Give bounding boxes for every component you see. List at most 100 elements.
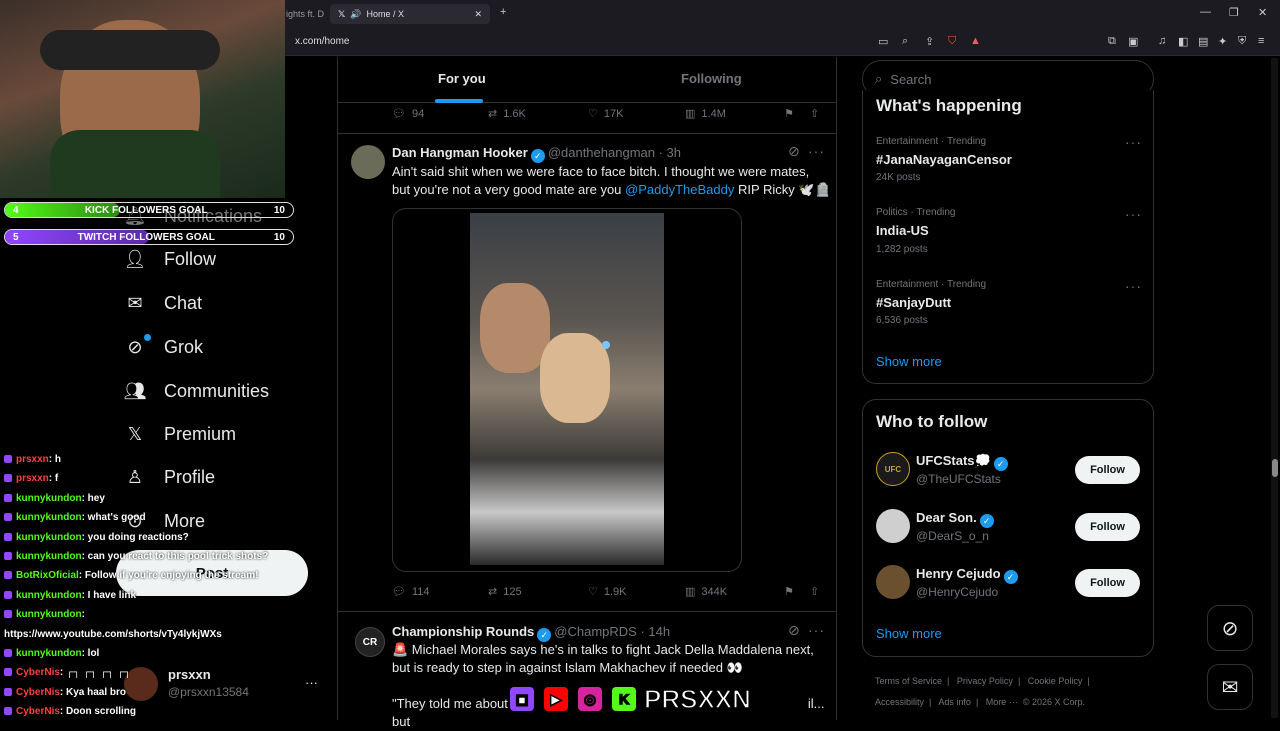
inactive-tab[interactable]: ights ft. D xyxy=(286,9,324,19)
follow-button[interactable]: Follow xyxy=(1075,569,1140,597)
mention-link[interactable]: @PaddyTheBaddy xyxy=(625,182,734,197)
active-tab[interactable]: 𝕏 🔊 Home / X ✕ xyxy=(330,4,490,24)
grok-fab[interactable]: ⊘ xyxy=(1207,605,1253,651)
suggestion-avatar[interactable]: UFC xyxy=(876,452,910,486)
chat-badge-icon xyxy=(4,493,12,502)
like-button[interactable]: ♡ 17K xyxy=(588,107,623,121)
extensions-icon[interactable]: ⧉ xyxy=(1108,35,1116,48)
show-more-link[interactable]: Show more xyxy=(876,626,942,641)
reply-button[interactable]: 💬︎ 94 xyxy=(392,107,424,121)
nav-communities[interactable]: 👥︎ Communities xyxy=(124,380,269,402)
zoom-icon[interactable]: ⌕ xyxy=(902,35,908,48)
page-scrollbar[interactable] xyxy=(1271,58,1278,718)
nav-follow[interactable]: 👤︎ Follow xyxy=(124,248,216,270)
add-user-icon: 👤︎ xyxy=(123,248,147,269)
restore-icon[interactable]: ❐ xyxy=(1229,6,1239,19)
wallet-icon[interactable]: ▤ xyxy=(1198,35,1208,48)
bookmark-icon[interactable]: ⚑ xyxy=(784,107,794,120)
suggestion-handle: @TheUFCStats xyxy=(916,472,1001,486)
tweet-avatar[interactable] xyxy=(351,145,385,179)
like-button[interactable]: ♡ 1.9K xyxy=(588,585,627,599)
scrollbar-thumb[interactable] xyxy=(1272,459,1278,477)
chat-badge-icon xyxy=(4,513,12,522)
more-link[interactable]: More ··· xyxy=(986,697,1018,707)
privacy-link[interactable]: Privacy Policy xyxy=(957,676,1013,686)
music-icon[interactable]: ♫ xyxy=(1158,35,1166,47)
timeline: For you Following 💬︎ 94 ⇄ 1.6K ♡ 17K ▥ 1.4M … xyxy=(337,57,837,729)
nav-chat[interactable]: ✉︎ Chat xyxy=(124,292,202,314)
share-tweet-icon[interactable]: ⇧ xyxy=(810,585,819,598)
tweet-video[interactable] xyxy=(392,208,742,572)
accessibility-link[interactable]: Accessibility xyxy=(875,697,924,707)
nav-premium[interactable]: 𝕏 Premium xyxy=(124,423,236,445)
show-more-link[interactable]: Show more xyxy=(876,354,942,369)
url-text[interactable]: x.com/home xyxy=(295,36,349,47)
share-icon[interactable]: ⇪ xyxy=(925,35,934,48)
follow-button[interactable]: Follow xyxy=(1075,513,1140,541)
tweet-author-name[interactable]: Championship Rounds xyxy=(392,624,534,639)
reply-button[interactable]: 💬︎ 114 xyxy=(392,585,430,599)
suggestion-name[interactable]: UFCStats💭 ✓ xyxy=(916,453,1011,471)
webcam-overlay xyxy=(0,0,285,198)
suggestion-name[interactable]: Henry Cejudo ✓ xyxy=(916,566,1021,584)
trend-name[interactable]: #JanaNayaganCensor xyxy=(876,152,1012,167)
trend-name[interactable]: #SanjayDutt xyxy=(876,295,951,310)
suggestion-name[interactable]: Dear Son. ✓ xyxy=(916,510,997,528)
tweet-author-name[interactable]: Dan Hangman Hooker xyxy=(392,145,528,160)
nav-grok[interactable]: ⊘ Grok xyxy=(124,336,203,358)
vpn-icon[interactable]: ⛨ xyxy=(1238,35,1246,48)
minimize-icon[interactable]: — xyxy=(1200,6,1211,18)
tweet-time[interactable]: · 3h xyxy=(659,145,681,160)
close-tab-icon[interactable]: ✕ xyxy=(474,9,482,20)
messages-fab[interactable]: ✉︎ xyxy=(1207,664,1253,710)
close-window-icon[interactable]: ✕ xyxy=(1258,6,1267,19)
sidebar-icon[interactable]: ▣ xyxy=(1128,35,1138,48)
mail-icon: ✉︎ xyxy=(127,292,143,313)
follow-button[interactable]: Follow xyxy=(1075,456,1140,484)
tweet-author-handle[interactable]: @danthehangman xyxy=(548,145,655,160)
leo-icon[interactable]: ✦ xyxy=(1218,35,1227,48)
chat-message: kunnykundon: can you react to this pool … xyxy=(4,551,268,562)
grok-tweet-icon[interactable]: ⊘ xyxy=(788,143,801,160)
ads-info-link[interactable]: Ads info xyxy=(938,697,971,707)
suggestion-avatar[interactable] xyxy=(876,565,910,599)
share-tweet-icon[interactable]: ⇧ xyxy=(810,107,819,120)
views-button[interactable]: ▥ 1.4M xyxy=(685,107,726,121)
repost-button[interactable]: ⇄ 125 xyxy=(488,585,522,599)
suggestion-avatar[interactable] xyxy=(876,509,910,543)
suggestion-name-text: Dear Son. xyxy=(916,510,977,525)
bookmark-icon[interactable]: ⚑ xyxy=(784,585,794,598)
x-premium-icon: 𝕏 xyxy=(127,423,143,444)
trend-more-icon[interactable]: ··· xyxy=(1125,278,1142,294)
brave-rewards-icon[interactable]: ▲ xyxy=(970,35,981,47)
tab-following[interactable]: Following xyxy=(681,71,742,86)
chat-username: kunnykundon xyxy=(16,609,82,621)
brave-shield-icon[interactable]: ⛉ xyxy=(948,35,956,48)
chat-text: : Doon scrolling xyxy=(59,706,137,718)
chat-username: BotRixOficial xyxy=(16,570,79,582)
new-tab-icon[interactable]: + xyxy=(500,6,506,18)
trend-name[interactable]: India-US xyxy=(876,223,929,238)
repost-button[interactable]: ⇄ 1.6K xyxy=(488,107,526,121)
tweet-more-icon[interactable]: ··· xyxy=(808,143,825,159)
video-frame[interactable] xyxy=(470,213,664,565)
terms-link[interactable]: Terms of Service xyxy=(875,676,942,686)
screen-icon[interactable]: ▭ xyxy=(878,35,888,48)
tweet-more-icon[interactable]: ··· xyxy=(808,622,825,638)
repost-icon: ⇄ xyxy=(488,586,498,598)
trend-count: 24K posts xyxy=(876,172,921,183)
trend-more-icon[interactable]: ··· xyxy=(1125,206,1142,222)
chat-badge-icon xyxy=(4,474,12,483)
cookie-link[interactable]: Cookie Policy xyxy=(1028,676,1083,686)
trend-more-icon[interactable]: ··· xyxy=(1125,134,1142,150)
tweet-header: Championship Rounds ✓ @ChampRDS · 14h xyxy=(392,624,670,642)
menu-icon[interactable]: ≡ xyxy=(1258,35,1264,47)
views-button[interactable]: ▥ 344K xyxy=(685,585,727,599)
panel-icon[interactable]: ◧ xyxy=(1178,35,1188,48)
chat-text: : Kya haal bro xyxy=(59,686,127,698)
tweet-avatar[interactable]: CR xyxy=(355,627,385,657)
grok-tweet-icon[interactable]: ⊘ xyxy=(788,622,801,639)
tweet-author-handle[interactable]: @ChampRDS xyxy=(554,624,637,639)
tweet-time[interactable]: · 14h xyxy=(640,624,670,639)
tab-for-you[interactable]: For you xyxy=(438,71,486,86)
